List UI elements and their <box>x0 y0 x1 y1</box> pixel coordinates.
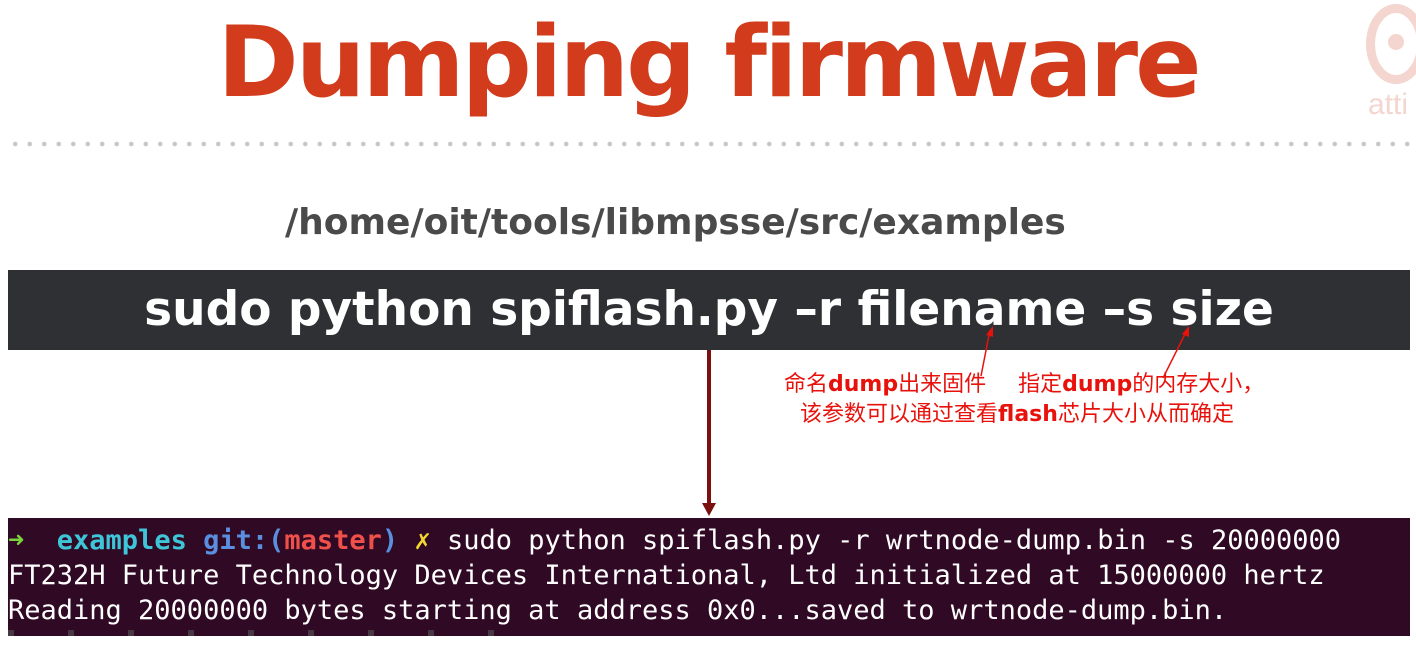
prompt-git: git:( <box>203 525 285 556</box>
prompt-arrow-icon: ➜ <box>8 525 25 556</box>
terminal-line-1: ➜ examples git:(master) ✗ sudo python sp… <box>8 523 1341 558</box>
down-arrowhead-icon <box>702 503 716 516</box>
terminal-output: ➜ examples git:(master) ✗ sudo python sp… <box>8 518 1410 636</box>
pointer-head-filename-icon <box>986 326 993 337</box>
annotation-text: 指定 <box>1018 372 1063 397</box>
annotation-text: 芯片大小从而确定 <box>1057 402 1234 427</box>
annotation-bold: dump <box>828 372 899 397</box>
annotation-text: 出来固件 <box>898 372 987 397</box>
prompt-git-close: ) <box>381 525 399 556</box>
annotation-text: 的内存大小， <box>1132 372 1265 397</box>
terminal-command: sudo python spiflash.py -r wrtnode-dump.… <box>446 525 1342 556</box>
annotation-text: 命名 <box>784 372 829 397</box>
prompt-dirty-icon: ✗ <box>414 525 431 556</box>
terminal-cutoff-row <box>8 630 528 636</box>
annotation-line-2: 该参数可以通过查看flash芯片大小从而确定 <box>800 400 1234 430</box>
terminal-line-3: Reading 20000000 bytes starting at addre… <box>8 595 1228 626</box>
prompt-branch: master <box>284 525 382 556</box>
annotation-text: 该参数可以通过查看 <box>800 402 999 427</box>
prompt-directory: examples <box>56 525 187 556</box>
pointer-head-size-icon <box>1182 326 1189 337</box>
annotation-line-1: 命名dump出来固件 指定dump的内存大小， <box>784 370 1264 400</box>
terminal-line-2: FT232H Future Technology Devices Interna… <box>8 560 1325 591</box>
annotation-bold: flash <box>998 402 1058 427</box>
annotation-bold: dump <box>1062 372 1133 397</box>
slide: Dumping firmware atti /home/oit/tools/li… <box>0 0 1416 651</box>
